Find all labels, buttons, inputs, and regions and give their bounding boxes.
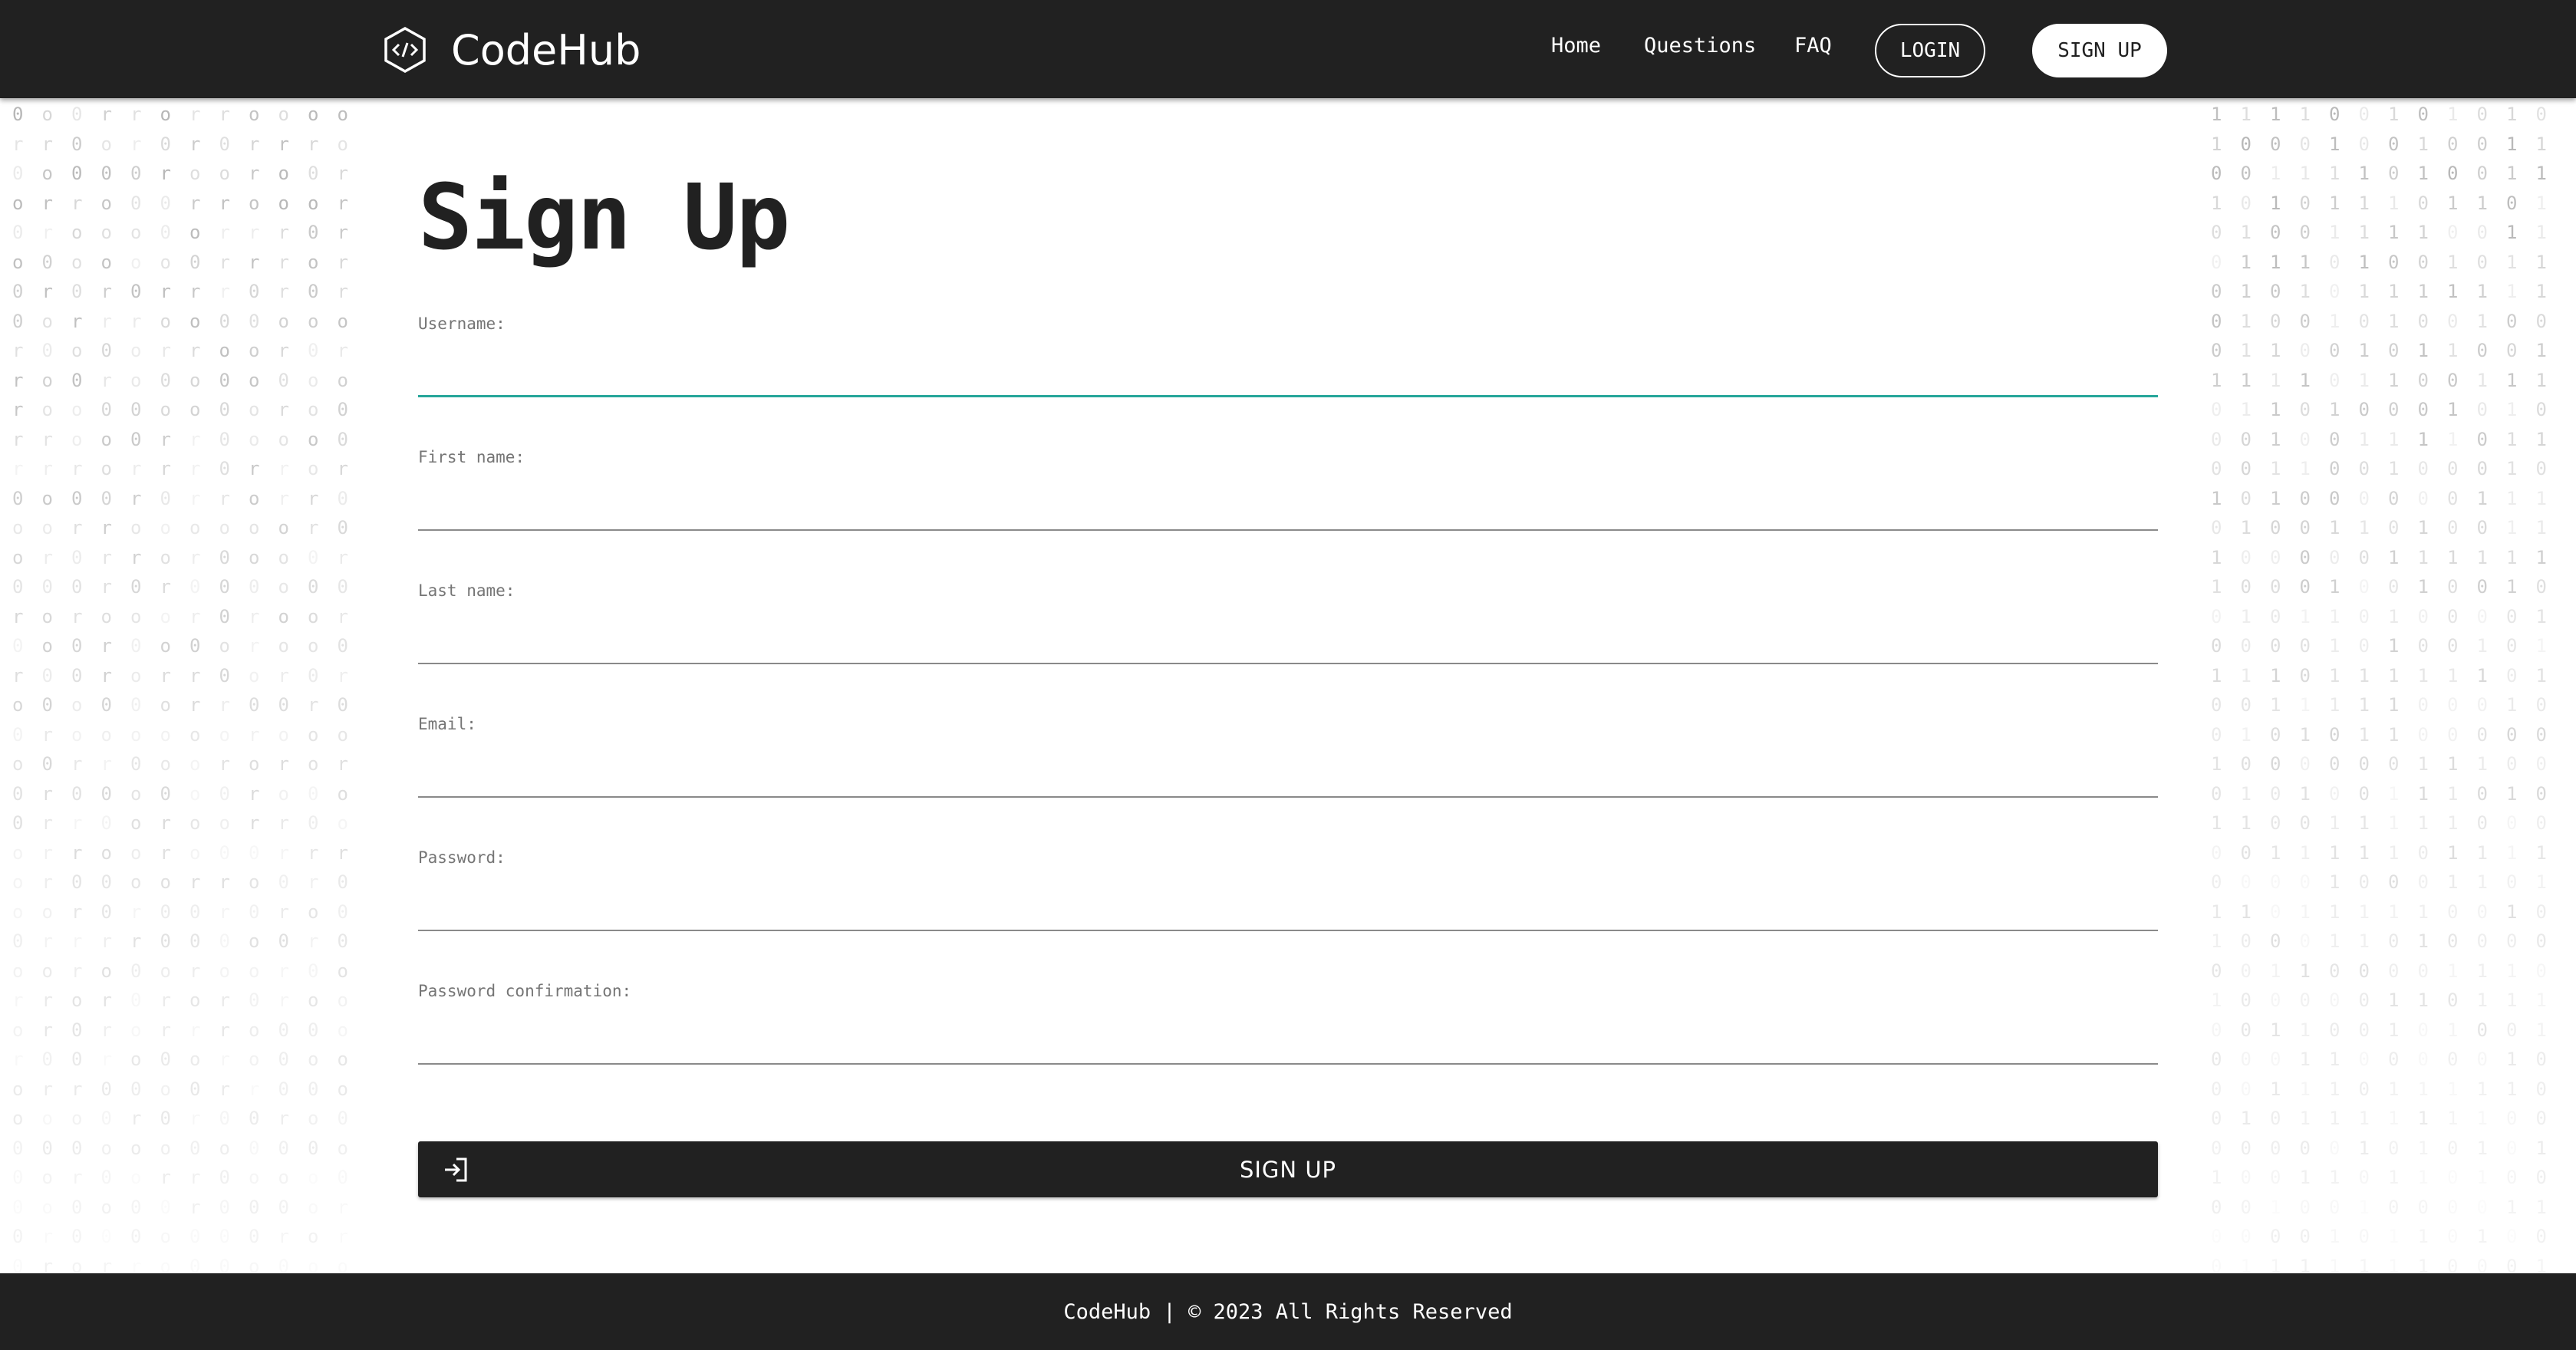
footer: CodeHub | © 2023 All Rights Reserved (0, 1273, 2576, 1350)
email-input[interactable] (418, 749, 2158, 798)
password-field: Password: (418, 848, 2158, 956)
page-title: Sign Up (418, 164, 790, 270)
first-name-input[interactable] (418, 482, 2158, 531)
last-name-field: Last name: (418, 581, 2158, 689)
first-name-label: First name: (418, 448, 525, 466)
login-arrow-icon (445, 1157, 467, 1182)
password-confirmation-label: Password confirmation: (418, 982, 632, 1000)
password-label: Password: (418, 848, 506, 867)
brand[interactable]: CodeHub (382, 26, 641, 74)
email-label: Email: (418, 715, 476, 733)
password-confirmation-input[interactable] (418, 1016, 2158, 1065)
nav-link-questions[interactable]: Questions (1644, 34, 1756, 58)
nav-link-home[interactable]: Home (1551, 34, 1601, 58)
username-label: Username: (418, 314, 506, 333)
email-field: Email: (418, 715, 2158, 822)
first-name-field: First name: (418, 448, 2158, 555)
nav-signup-button[interactable]: SIGN UP (2032, 24, 2167, 77)
binary-background-right: 1111001010101000100100110011110100111010… (2211, 104, 2547, 1273)
username-input[interactable] (418, 348, 2158, 397)
brand-name: CodeHub (451, 25, 641, 74)
password-input[interactable] (418, 882, 2158, 931)
signup-submit-label: SIGN UP (1239, 1156, 1337, 1183)
nav-link-faq[interactable]: FAQ (1794, 34, 1832, 58)
footer-copyright: CodeHub | © 2023 All Rights Reserved (1063, 1299, 1513, 1324)
last-name-input[interactable] (418, 615, 2158, 664)
binary-background-left: 0o0rrorroooorr0or0r0rrro0o000rooro0rorro… (12, 104, 348, 1273)
code-hexagon-icon (384, 26, 426, 74)
signup-submit-button[interactable]: SIGN UP (418, 1141, 2158, 1197)
username-field: Username: (418, 314, 2158, 422)
login-button[interactable]: LOGIN (1875, 24, 1985, 77)
navbar: CodeHub Home Questions FAQ LOGIN SIGN UP (0, 0, 2576, 98)
password-confirmation-field: Password confirmation: (418, 982, 2158, 1089)
last-name-label: Last name: (418, 581, 516, 600)
